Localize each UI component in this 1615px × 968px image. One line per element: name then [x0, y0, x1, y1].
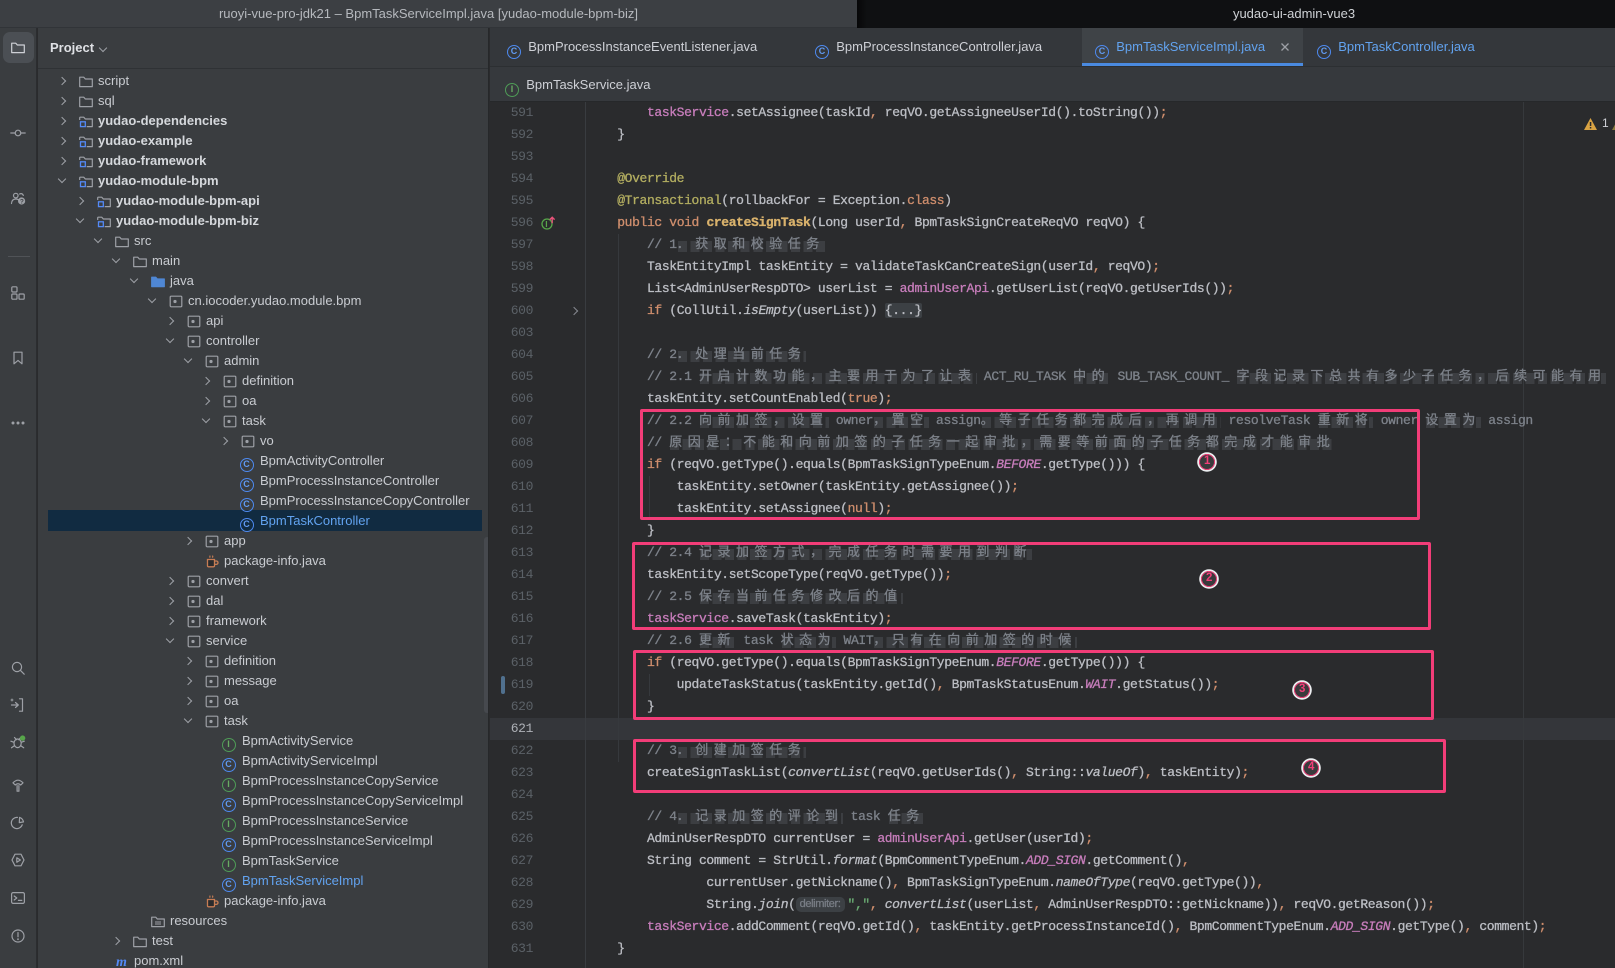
svg-text:?: ?	[20, 198, 24, 205]
svg-text:I: I	[545, 219, 547, 229]
